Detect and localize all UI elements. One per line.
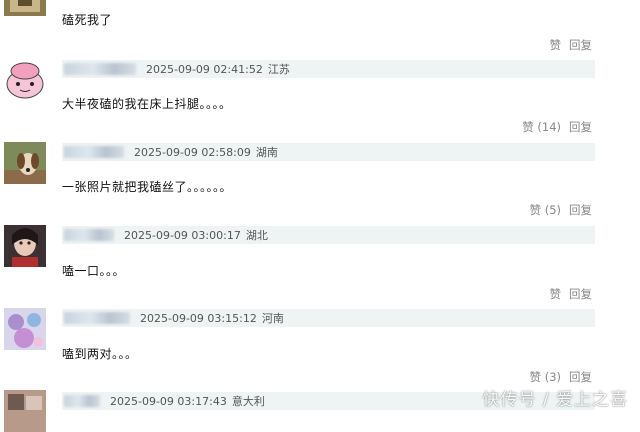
comment-actions: 赞 (14) 回复 — [522, 119, 592, 135]
like-button[interactable]: 赞 — [550, 286, 562, 302]
reply-button[interactable]: 回复 — [569, 202, 592, 218]
comment-meta: 2025-09-09 03:00:17 湖北 — [62, 226, 595, 244]
reply-button[interactable]: 回复 — [569, 119, 592, 135]
username-blurred[interactable] — [64, 395, 100, 407]
username-blurred[interactable] — [64, 229, 114, 241]
comment-actions: 赞 (3) 回复 — [530, 369, 592, 385]
comment-time: 2025-09-09 03:15:12 — [140, 311, 257, 325]
user-avatar-image — [4, 390, 46, 432]
reply-button[interactable]: 回复 — [569, 37, 592, 53]
comment-text: 嗑一口。。。 — [62, 264, 126, 278]
avatar[interactable] — [4, 390, 46, 432]
reply-button[interactable]: 回复 — [569, 286, 592, 302]
user-avatar-image — [4, 58, 46, 100]
username-blurred[interactable] — [64, 63, 136, 75]
user-avatar-image — [4, 0, 46, 16]
comment-time: 2025-09-09 02:41:52 — [146, 62, 263, 76]
like-button[interactable]: 赞 — [550, 37, 562, 53]
avatar[interactable] — [4, 0, 46, 16]
like-button[interactable]: 赞 (5) — [530, 202, 561, 218]
watermark: 快传号 / 爱上之喜 — [482, 390, 628, 410]
username-blurred[interactable] — [64, 146, 124, 158]
like-button[interactable]: 赞 (3) — [530, 369, 561, 385]
comment-location: 河南 — [261, 312, 284, 325]
comment-actions: 赞 回复 — [550, 286, 593, 302]
comment-time: 2025-09-09 02:58:09 — [134, 145, 251, 159]
user-avatar-image — [4, 225, 46, 267]
comment-location: 湖南 — [255, 146, 278, 159]
user-avatar-image — [4, 308, 46, 350]
comment-meta: 2025-09-09 02:58:09 湖南 — [62, 143, 595, 161]
comment-meta: 2025-09-09 02:41:52 江苏 — [62, 60, 595, 78]
reply-button[interactable]: 回复 — [569, 369, 592, 385]
comment-text: 磕死我了 — [62, 13, 113, 27]
avatar[interactable] — [4, 225, 46, 267]
comment-text: 大半夜磕的我在床上抖腿。。。。 — [62, 97, 232, 111]
username-blurred[interactable] — [64, 312, 130, 324]
comment-time: 2025-09-09 03:17:43 — [110, 394, 227, 408]
avatar[interactable] — [4, 58, 46, 100]
user-avatar-image — [4, 142, 46, 184]
comment-text: 一张照片就把我磕丝了。。。。。。 — [62, 180, 233, 194]
comment-location: 湖北 — [245, 229, 268, 242]
comment-actions: 赞 回复 — [550, 37, 593, 53]
comment-text: 嗑到两对。。。 — [62, 347, 138, 361]
like-button[interactable]: 赞 (14) — [522, 119, 561, 135]
comment-time: 2025-09-09 03:00:17 — [124, 228, 241, 242]
avatar[interactable] — [4, 308, 46, 350]
comment-meta: 2025-09-09 03:15:12 河南 — [62, 309, 595, 327]
comment-location: 意大利 — [231, 395, 265, 408]
comment-actions: 赞 (5) 回复 — [530, 202, 592, 218]
comment-location: 江苏 — [267, 63, 290, 76]
avatar[interactable] — [4, 142, 46, 184]
